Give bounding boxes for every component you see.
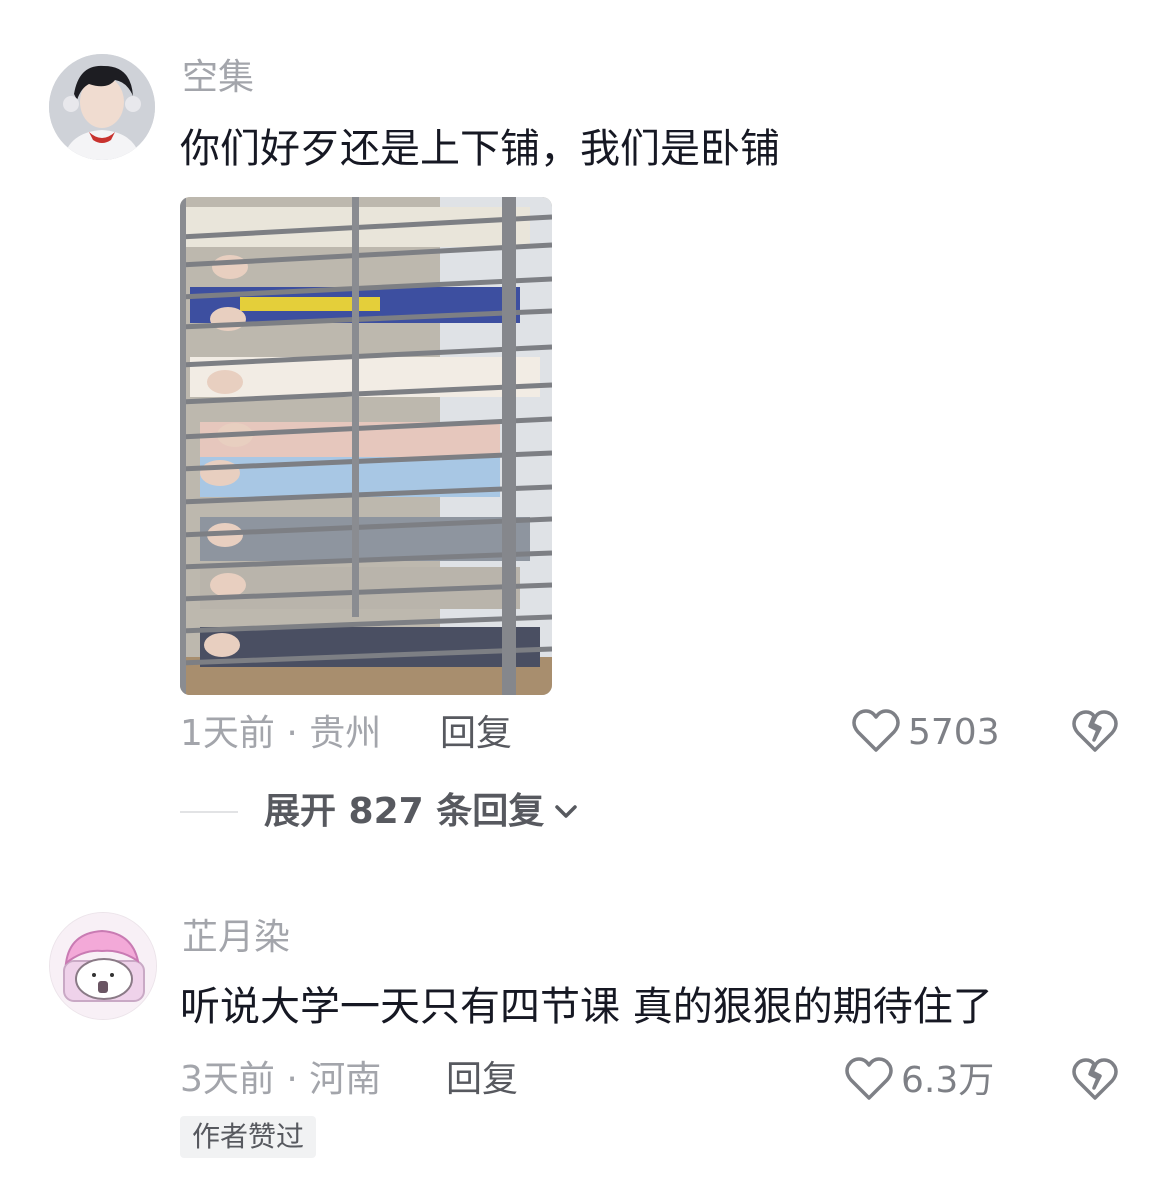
username[interactable]: 芷月染 — [182, 916, 290, 960]
timestamp-location: 1天前 · 贵州 — [180, 713, 382, 754]
broken-heart-icon — [1072, 1058, 1118, 1106]
comment-text: 你们好歹还是上下铺，我们是卧铺 — [180, 126, 780, 172]
username[interactable]: 空集 — [182, 56, 254, 100]
comment-image[interactable] — [180, 197, 552, 695]
timestamp-location: 3天前 · 河南 — [180, 1059, 382, 1100]
author-liked-badge: 作者赞过 — [180, 1116, 317, 1158]
expand-replies-label: 展开 827 条回复 — [264, 791, 545, 832]
like-count: 5703 — [908, 712, 1000, 753]
comment-text: 听说大学一天只有四节课 真的狠狠的期待住了 — [180, 984, 993, 1030]
reply-button[interactable]: 回复 — [446, 1058, 518, 1102]
like-button[interactable]: 6.3万 — [845, 1056, 994, 1106]
like-button[interactable]: 5703 — [852, 708, 1000, 758]
dislike-button[interactable] — [1072, 1058, 1118, 1106]
reply-button[interactable]: 回复 — [440, 712, 512, 756]
avatar[interactable] — [49, 912, 157, 1020]
avatar[interactable] — [49, 54, 155, 160]
dislike-button[interactable] — [1072, 710, 1118, 758]
heart-outline-icon — [852, 708, 900, 758]
broken-heart-icon — [1072, 710, 1118, 758]
chevron-down-icon — [554, 804, 578, 820]
expand-replies-button[interactable]: 展开 827 条回复 — [180, 790, 578, 834]
like-count: 6.3万 — [901, 1060, 995, 1101]
divider — [180, 811, 238, 813]
heart-outline-icon — [845, 1056, 893, 1106]
